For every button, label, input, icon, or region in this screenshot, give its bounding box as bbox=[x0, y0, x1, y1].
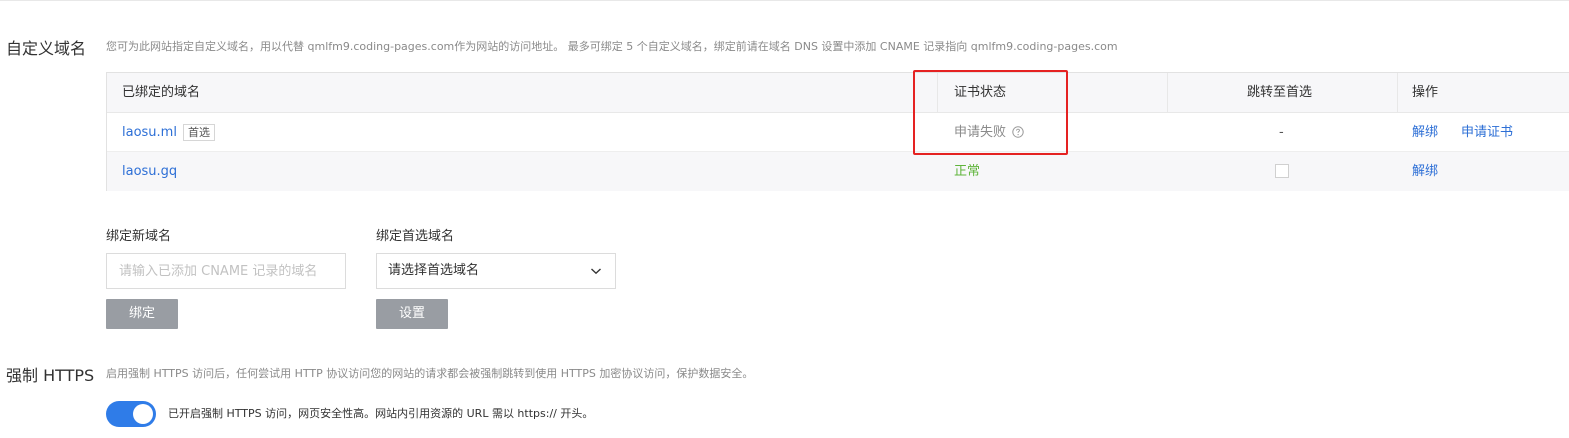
bind-preferred-label: 绑定首选域名 bbox=[376, 229, 455, 244]
https-title: 强制 HTTPS bbox=[6, 366, 95, 385]
https-toggle[interactable] bbox=[106, 401, 156, 427]
column-divider bbox=[1167, 73, 1168, 113]
chevron-down-icon bbox=[591, 268, 601, 275]
https-description: 启用强制 HTTPS 访问后，任何尝试用 HTTP 协议访问您的网站的请求都会被… bbox=[106, 367, 754, 380]
apply-cert-link[interactable]: 申请证书 bbox=[1461, 113, 1513, 152]
toggle-knob bbox=[133, 404, 153, 424]
table-header: 已绑定的域名 证书状态 跳转至首选 操作 bbox=[107, 73, 1569, 113]
domain-cell: laosu.ml 首选 bbox=[122, 113, 215, 152]
cert-status-text: 正常 bbox=[954, 164, 981, 179]
top-divider bbox=[0, 0, 1569, 1]
https-toggle-text: 已开启强制 HTTPS 访问，网页安全性高。网站内引用资源的 URL 需以 ht… bbox=[168, 407, 594, 420]
table-row: laosu.gq 正常 解绑 bbox=[107, 152, 1569, 191]
custom-domain-description: 您可为此网站指定自定义域名，用以代替 qmlfm9.coding-pages.c… bbox=[106, 40, 1118, 53]
domain-link[interactable]: laosu.ml bbox=[122, 125, 177, 140]
redirect-cell: - bbox=[1279, 125, 1284, 140]
new-domain-input[interactable] bbox=[106, 253, 346, 289]
domain-table: 已绑定的域名 证书状态 跳转至首选 操作 laosu.ml 首选 申请失败 - 解… bbox=[106, 72, 1569, 191]
header-redirect: 跳转至首选 bbox=[1247, 85, 1313, 100]
table-row: laosu.ml 首选 申请失败 - 解绑 申请证书 bbox=[107, 113, 1569, 152]
preferred-domain-select[interactable]: 请选择首选域名 bbox=[376, 253, 616, 289]
bind-button[interactable]: 绑定 bbox=[106, 299, 178, 329]
preferred-tag: 首选 bbox=[182, 124, 215, 141]
unbind-link[interactable]: 解绑 bbox=[1412, 113, 1438, 152]
column-divider bbox=[1397, 73, 1398, 113]
select-value: 请选择首选域名 bbox=[388, 263, 480, 278]
header-actions: 操作 bbox=[1412, 85, 1439, 100]
redirect-checkbox[interactable] bbox=[1275, 164, 1289, 178]
set-button[interactable]: 设置 bbox=[376, 299, 448, 329]
bind-new-label: 绑定新域名 bbox=[106, 229, 172, 244]
highlight-box bbox=[913, 70, 1068, 155]
unbind-link[interactable]: 解绑 bbox=[1412, 152, 1438, 191]
header-domain: 已绑定的域名 bbox=[122, 85, 201, 100]
domain-link[interactable]: laosu.gq bbox=[122, 152, 177, 191]
custom-domain-title: 自定义域名 bbox=[6, 39, 87, 58]
